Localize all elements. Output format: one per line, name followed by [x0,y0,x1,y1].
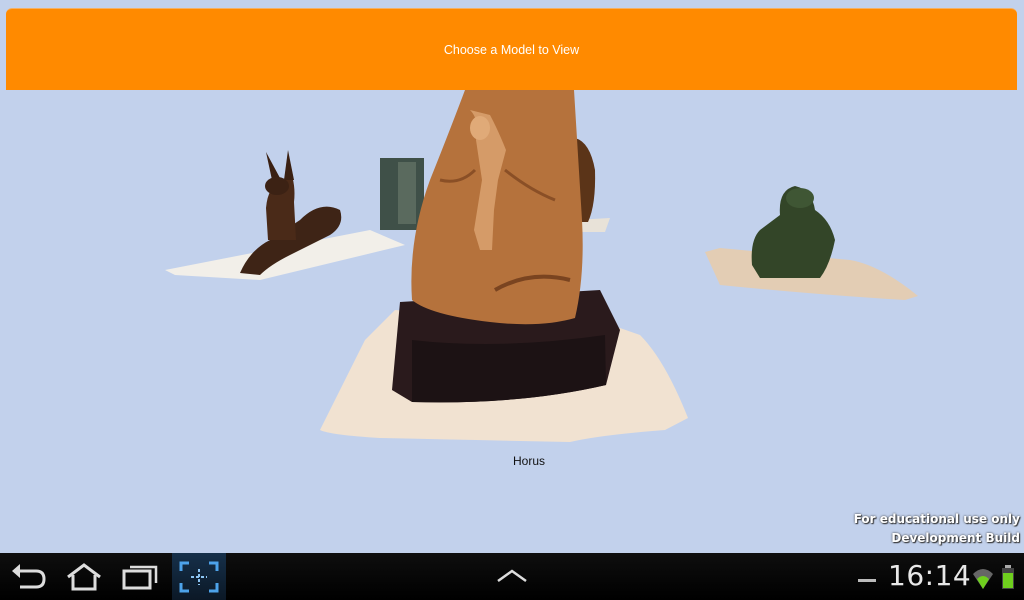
choose-model-button[interactable]: Choose a Model to View [6,8,1017,90]
wifi-icon [970,559,996,595]
system-navigation-bar: 16:14 [0,553,1024,600]
header-title: Choose a Model to View [443,42,580,57]
watermark-line-2: Development Build [891,531,1020,545]
model-viewer-canvas[interactable] [0,90,1024,553]
model-name-label: Horus [512,454,545,468]
recent-apps-icon[interactable] [118,559,162,595]
status-clock: 16:14 [888,559,972,592]
back-icon[interactable] [6,559,50,595]
screenshot-icon[interactable] [177,559,221,595]
menu-up-icon[interactable] [490,559,534,595]
home-icon[interactable] [62,559,106,595]
notification-dash-icon[interactable] [852,559,882,595]
watermark: For educational use only Development Bui… [854,510,1020,548]
scarab-model[interactable] [705,186,918,300]
watermark-line-1: For educational use only [853,512,1020,526]
battery-icon [997,559,1019,595]
green-block-model[interactable] [380,158,424,230]
horus-stele-model[interactable] [320,90,688,442]
anubis-model[interactable] [165,150,405,280]
